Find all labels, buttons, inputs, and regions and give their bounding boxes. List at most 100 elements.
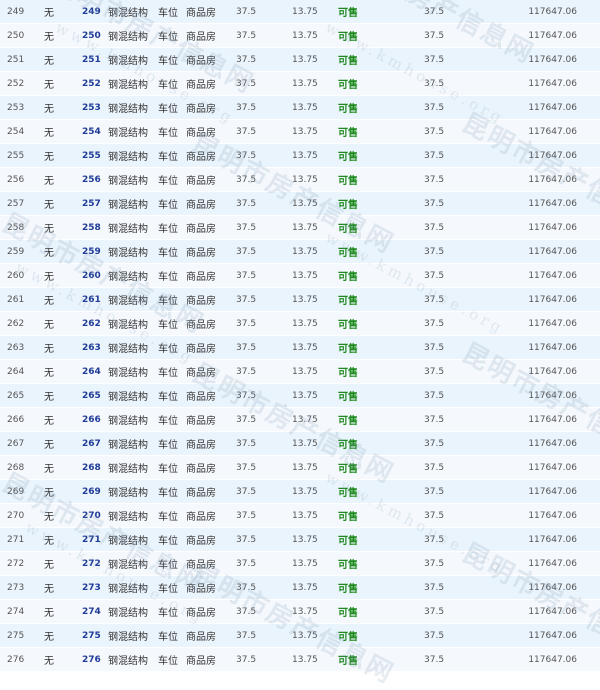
cell-mortgage-flag: 无: [44, 552, 82, 576]
cell-inner-area: 13.75: [292, 264, 338, 288]
cell-floor-area: 37.5: [236, 264, 292, 288]
cell-mortgage-flag: 无: [44, 120, 82, 144]
room-link[interactable]: 268: [82, 463, 101, 473]
cell-share-area: 37.5: [424, 24, 484, 48]
room-link[interactable]: 256: [82, 175, 101, 185]
table-row: 256 无 256 钢混结构 车位 商品房 37.5 13.75 可售 37.5 117647.06: [0, 168, 600, 192]
cell-room-number: 249: [82, 0, 108, 24]
cell-usage: 车位: [158, 120, 186, 144]
cell-room-number: 259: [82, 240, 108, 264]
cell-mortgage-flag: 无: [44, 504, 82, 528]
cell-inner-area: 13.75: [292, 528, 338, 552]
room-link[interactable]: 250: [82, 31, 101, 41]
room-link[interactable]: 264: [82, 367, 101, 377]
cell-structure: 钢混结构: [108, 624, 158, 648]
room-link[interactable]: 269: [82, 487, 101, 497]
cell-unit-price: 117647.06: [484, 192, 600, 216]
cell-inner-area: 13.75: [292, 288, 338, 312]
cell-usage: 车位: [158, 168, 186, 192]
cell-property-type: 商品房: [186, 624, 236, 648]
table-row: 257 无 257 钢混结构 车位 商品房 37.5 13.75 可售 37.5 117647.06: [0, 192, 600, 216]
table-row: 261 无 261 钢混结构 车位 商品房 37.5 13.75 可售 37.5 117647.06: [0, 288, 600, 312]
cell-unit-price: 117647.06: [484, 288, 600, 312]
cell-inner-area: 13.75: [292, 432, 338, 456]
cell-sequence-number: 251: [0, 48, 44, 72]
cell-share-area: 37.5: [424, 312, 484, 336]
room-link[interactable]: 257: [82, 199, 101, 209]
table-row: 263 无 263 钢混结构 车位 商品房 37.5 13.75 可售 37.5 117647.06: [0, 336, 600, 360]
cell-inner-area: 13.75: [292, 648, 338, 672]
cell-structure: 钢混结构: [108, 480, 158, 504]
room-link[interactable]: 253: [82, 103, 101, 113]
room-link[interactable]: 249: [82, 7, 101, 17]
cell-inner-area: 13.75: [292, 24, 338, 48]
room-link[interactable]: 262: [82, 319, 101, 329]
room-link[interactable]: 273: [82, 583, 101, 593]
cell-property-type: 商品房: [186, 240, 236, 264]
cell-sequence-number: 274: [0, 600, 44, 624]
cell-sale-status: 可售: [338, 72, 424, 96]
room-link[interactable]: 259: [82, 247, 101, 257]
cell-share-area: 37.5: [424, 0, 484, 24]
cell-inner-area: 13.75: [292, 504, 338, 528]
room-link[interactable]: 251: [82, 55, 101, 65]
cell-property-type: 商品房: [186, 504, 236, 528]
room-link[interactable]: 270: [82, 511, 101, 521]
room-link[interactable]: 260: [82, 271, 101, 281]
table-row: 251 无 251 钢混结构 车位 商品房 37.5 13.75 可售 37.5 117647.06: [0, 48, 600, 72]
cell-property-type: 商品房: [186, 336, 236, 360]
cell-sale-status: 可售: [338, 600, 424, 624]
cell-share-area: 37.5: [424, 408, 484, 432]
cell-floor-area: 37.5: [236, 240, 292, 264]
cell-sale-status: 可售: [338, 312, 424, 336]
cell-structure: 钢混结构: [108, 648, 158, 672]
cell-room-number: 274: [82, 600, 108, 624]
room-link[interactable]: 274: [82, 607, 101, 617]
room-link[interactable]: 255: [82, 151, 101, 161]
cell-floor-area: 37.5: [236, 576, 292, 600]
cell-sale-status: 可售: [338, 240, 424, 264]
cell-room-number: 268: [82, 456, 108, 480]
cell-room-number: 250: [82, 24, 108, 48]
cell-usage: 车位: [158, 216, 186, 240]
cell-usage: 车位: [158, 336, 186, 360]
cell-sequence-number: 268: [0, 456, 44, 480]
cell-usage: 车位: [158, 456, 186, 480]
room-link[interactable]: 271: [82, 535, 101, 545]
room-link[interactable]: 258: [82, 223, 101, 233]
cell-sale-status: 可售: [338, 192, 424, 216]
room-link[interactable]: 252: [82, 79, 101, 89]
cell-usage: 车位: [158, 0, 186, 24]
room-link[interactable]: 254: [82, 127, 101, 137]
room-link[interactable]: 275: [82, 631, 101, 641]
room-link[interactable]: 267: [82, 439, 101, 449]
cell-room-number: 258: [82, 216, 108, 240]
room-link[interactable]: 266: [82, 415, 101, 425]
cell-room-number: 256: [82, 168, 108, 192]
cell-share-area: 37.5: [424, 528, 484, 552]
room-link[interactable]: 263: [82, 343, 101, 353]
cell-mortgage-flag: 无: [44, 384, 82, 408]
cell-floor-area: 37.5: [236, 312, 292, 336]
cell-sequence-number: 272: [0, 552, 44, 576]
cell-usage: 车位: [158, 528, 186, 552]
cell-property-type: 商品房: [186, 0, 236, 24]
room-link[interactable]: 265: [82, 391, 101, 401]
cell-inner-area: 13.75: [292, 576, 338, 600]
room-link[interactable]: 276: [82, 655, 101, 665]
room-link[interactable]: 272: [82, 559, 101, 569]
cell-unit-price: 117647.06: [484, 0, 600, 24]
table-row: 252 无 252 钢混结构 车位 商品房 37.5 13.75 可售 37.5 117647.06: [0, 72, 600, 96]
cell-inner-area: 13.75: [292, 96, 338, 120]
cell-room-number: 266: [82, 408, 108, 432]
table-row: 265 无 265 钢混结构 车位 商品房 37.5 13.75 可售 37.5 117647.06: [0, 384, 600, 408]
room-link[interactable]: 261: [82, 295, 101, 305]
cell-share-area: 37.5: [424, 384, 484, 408]
cell-sequence-number: 270: [0, 504, 44, 528]
cell-share-area: 37.5: [424, 144, 484, 168]
cell-sequence-number: 275: [0, 624, 44, 648]
cell-floor-area: 37.5: [236, 96, 292, 120]
table-row: 273 无 273 钢混结构 车位 商品房 37.5 13.75 可售 37.5 117647.06: [0, 576, 600, 600]
cell-inner-area: 13.75: [292, 336, 338, 360]
cell-share-area: 37.5: [424, 264, 484, 288]
